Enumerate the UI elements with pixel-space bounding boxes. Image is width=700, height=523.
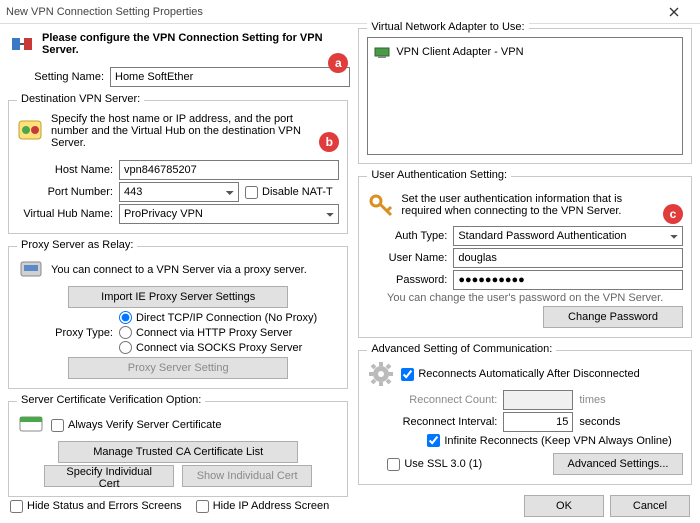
setting-name-input[interactable] xyxy=(110,67,350,87)
hub-select[interactable]: ProPrivacy VPN xyxy=(119,204,339,224)
intro-text: Please configure the VPN Connection Sett… xyxy=(42,32,348,56)
nic-icon xyxy=(374,44,390,60)
import-ie-button[interactable]: Import IE Proxy Server Settings xyxy=(68,286,288,308)
reconnect-interval-label: Reconnect Interval: xyxy=(367,416,497,428)
window-title: New VPN Connection Setting Properties xyxy=(6,6,654,18)
destination-group: Destination VPN Server: Specify the host… xyxy=(8,100,348,234)
proxy-hint: You can connect to a VPN Server via a pr… xyxy=(51,264,307,276)
host-input[interactable] xyxy=(119,160,339,180)
cert-icon xyxy=(17,411,45,439)
ok-button[interactable]: OK xyxy=(524,495,604,517)
auth-group: User Authentication Setting: Set the use… xyxy=(358,176,692,338)
reconnect-interval-unit: seconds xyxy=(579,416,620,428)
auth-legend: User Authentication Setting: xyxy=(367,169,511,181)
key-icon xyxy=(367,191,395,219)
proxy-radio-direct[interactable]: Direct TCP/IP Connection (No Proxy) xyxy=(119,310,339,325)
port-select[interactable]: 443 xyxy=(119,182,239,202)
username-input[interactable] xyxy=(453,248,683,268)
adapter-item-label: VPN Client Adapter - VPN xyxy=(396,46,523,58)
reconnect-count-label: Reconnect Count: xyxy=(367,394,497,406)
setting-name-label: Setting Name: xyxy=(8,71,104,83)
close-icon xyxy=(669,7,679,17)
proxy-setting-button: Proxy Server Setting xyxy=(68,357,288,379)
password-input[interactable] xyxy=(453,270,683,290)
auth-hint: Set the user authentication information … xyxy=(401,193,657,217)
auth-type-label: Auth Type: xyxy=(367,230,447,242)
close-button[interactable] xyxy=(654,0,694,24)
manage-ca-button[interactable]: Manage Trusted CA Certificate List xyxy=(58,441,298,463)
hide-ip-checkbox[interactable]: Hide IP Address Screen xyxy=(196,500,330,513)
password-hint: You can change the user's password on th… xyxy=(387,292,663,304)
proxy-radio-socks[interactable]: Connect via SOCKS Proxy Server xyxy=(119,340,339,355)
proxy-radio-http[interactable]: Connect via HTTP Proxy Server xyxy=(119,325,339,340)
server-icon xyxy=(17,117,45,145)
proxy-type-label: Proxy Type: xyxy=(17,327,113,339)
destination-legend: Destination VPN Server: xyxy=(17,93,144,105)
reconnect-count-unit: times xyxy=(579,394,605,406)
password-label: Password: xyxy=(367,274,447,286)
disable-nat-checkbox[interactable]: Disable NAT-T xyxy=(245,186,333,199)
advanced-legend: Advanced Setting of Communication: xyxy=(367,343,556,355)
adapter-group: Virtual Network Adapter to Use: VPN Clie… xyxy=(358,28,692,164)
username-label: User Name: xyxy=(367,252,447,264)
proxy-icon xyxy=(17,256,45,284)
hide-status-checkbox[interactable]: Hide Status and Errors Screens xyxy=(10,500,182,513)
destination-hint: Specify the host name or IP address, and… xyxy=(51,113,317,149)
footer: Hide Status and Errors Screens Hide IP A… xyxy=(0,491,700,521)
adapter-legend: Virtual Network Adapter to Use: xyxy=(367,21,528,33)
cert-legend: Server Certificate Verification Option: xyxy=(17,394,205,406)
cert-group: Server Certificate Verification Option: … xyxy=(8,401,348,497)
show-cert-button: Show Individual Cert xyxy=(182,465,312,487)
ssl3-checkbox[interactable]: Use SSL 3.0 (1) xyxy=(387,458,482,471)
proxy-legend: Proxy Server as Relay: xyxy=(17,239,137,251)
cancel-button[interactable]: Cancel xyxy=(610,495,690,517)
specify-cert-button[interactable]: Specify Individual Cert xyxy=(44,465,174,487)
adapter-item[interactable]: VPN Client Adapter - VPN xyxy=(372,42,678,62)
reconnect-count-input xyxy=(503,390,573,410)
gear-icon xyxy=(367,360,395,388)
hub-label: Virtual Hub Name: xyxy=(17,208,113,220)
reconnect-auto-checkbox[interactable]: Reconnects Automatically After Disconnec… xyxy=(401,368,639,381)
connection-icon xyxy=(8,30,36,58)
advanced-settings-button[interactable]: Advanced Settings... xyxy=(553,453,683,475)
intro-row: Please configure the VPN Connection Sett… xyxy=(8,28,348,60)
title-bar: New VPN Connection Setting Properties xyxy=(0,0,700,24)
advanced-group: Advanced Setting of Communication: Recon… xyxy=(358,350,692,485)
change-password-button[interactable]: Change Password xyxy=(543,306,683,328)
infinite-reconnect-checkbox[interactable]: Infinite Reconnects (Keep VPN Always Onl… xyxy=(427,434,671,447)
host-label: Host Name: xyxy=(17,164,113,176)
badge-b: b xyxy=(319,132,339,152)
reconnect-interval-input[interactable] xyxy=(503,412,573,432)
badge-c: c xyxy=(663,204,683,224)
auth-type-select[interactable]: Standard Password Authentication xyxy=(453,226,683,246)
proxy-group: Proxy Server as Relay: You can connect t… xyxy=(8,246,348,389)
always-verify-checkbox[interactable]: Always Verify Server Certificate xyxy=(51,419,221,432)
port-label: Port Number: xyxy=(17,186,113,198)
adapter-list[interactable]: VPN Client Adapter - VPN xyxy=(367,37,683,155)
